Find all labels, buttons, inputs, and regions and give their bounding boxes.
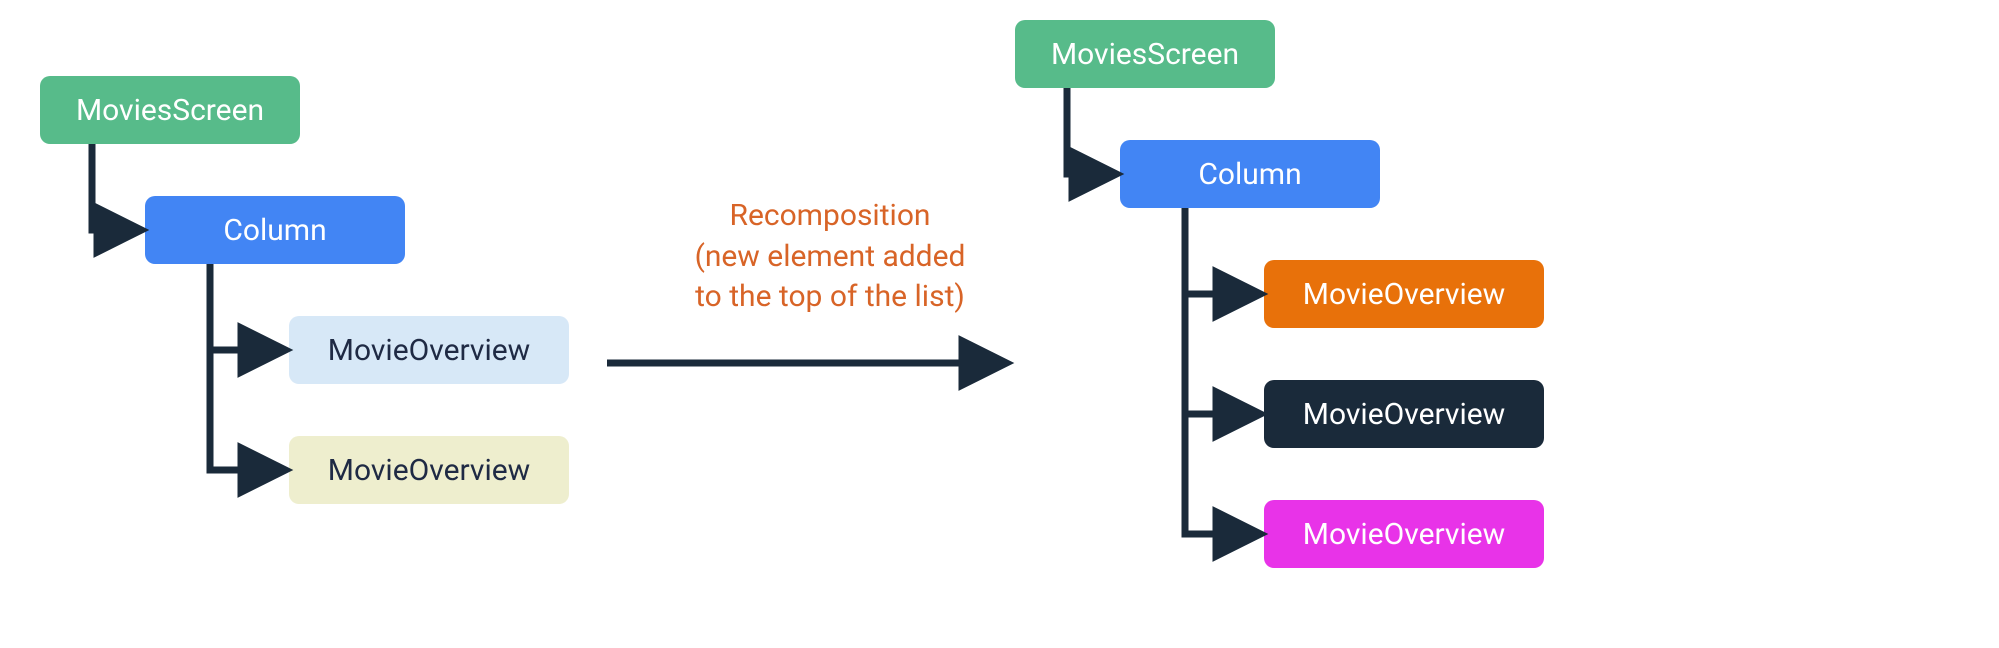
node-movie-overview-right-0: MovieOverview: [1264, 260, 1544, 328]
caption-line: to the top of the list): [620, 277, 1040, 318]
node-label: MovieOverview: [1303, 277, 1505, 312]
node-label: MovieOverview: [1303, 397, 1505, 432]
node-label: Column: [223, 213, 326, 248]
caption-line: Recomposition: [620, 196, 1040, 237]
node-label: MovieOverview: [1303, 517, 1505, 552]
node-label: MoviesScreen: [1051, 37, 1239, 72]
recomposition-caption: Recomposition (new element added to the …: [620, 196, 1040, 318]
node-movie-overview-left-1: MovieOverview: [289, 436, 569, 504]
node-column-right: Column: [1120, 140, 1380, 208]
node-movies-screen-left: MoviesScreen: [40, 76, 300, 144]
node-label: MovieOverview: [328, 333, 530, 368]
node-column-left: Column: [145, 196, 405, 264]
node-movie-overview-right-1: MovieOverview: [1264, 380, 1544, 448]
node-label: MoviesScreen: [76, 93, 264, 128]
node-movies-screen-right: MoviesScreen: [1015, 20, 1275, 88]
node-label: Column: [1198, 157, 1301, 192]
node-label: MovieOverview: [328, 453, 530, 488]
node-movie-overview-right-2: MovieOverview: [1264, 500, 1544, 568]
node-movie-overview-left-0: MovieOverview: [289, 316, 569, 384]
caption-line: (new element added: [620, 237, 1040, 278]
